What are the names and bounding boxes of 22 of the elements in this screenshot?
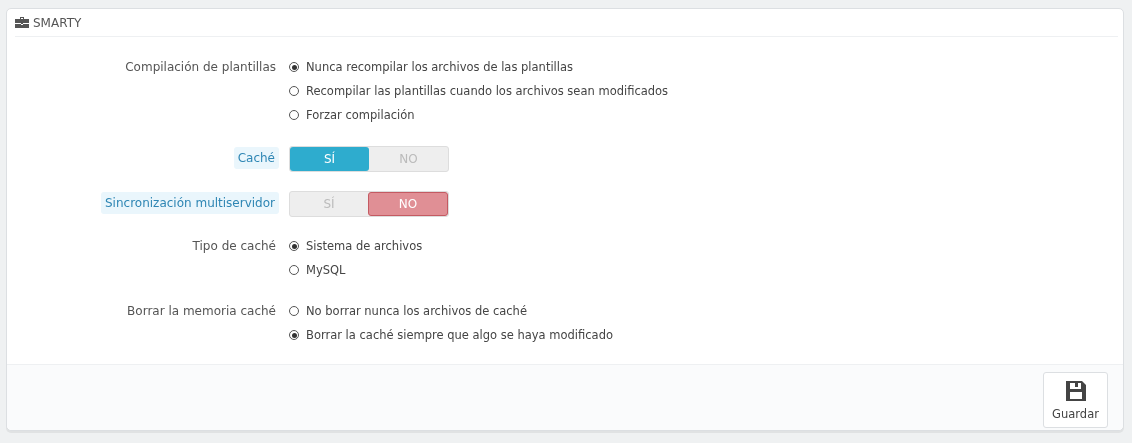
radio-label: MySQL [306, 263, 346, 278]
briefcase-icon [15, 17, 29, 29]
radio-label: Recompilar las plantillas cuando los archivos sean modificados [306, 84, 669, 99]
radio-label: Forzar compilación [306, 108, 415, 123]
field-label: Caché [233, 147, 279, 170]
radio-label: No borrar nunca los archivos de caché [306, 304, 527, 319]
save-button[interactable]: Guardar [1043, 371, 1108, 428]
radio-label: Borrar la caché siempre que algo se haya modificado [306, 328, 613, 343]
field-label: Sincronización multiservidor [101, 192, 279, 215]
radio-option[interactable]: No borrar nunca los archivos de caché [289, 299, 527, 324]
radio-option[interactable]: MySQL [289, 258, 346, 283]
field-label: Borrar la memoria caché [126, 303, 277, 321]
radio-option[interactable]: Recompilar las plantillas cuando los archivos sean modificados [289, 79, 669, 104]
radio-option[interactable]: Forzar compilación [289, 103, 415, 128]
panel-title: SMARTY [33, 15, 82, 30]
radio-label: Sistema de archivos [306, 239, 423, 254]
radio-label: Nunca recompilar los archivos de las plantillas [306, 60, 573, 75]
field-label: Compilación de plantillas [124, 59, 277, 77]
field-label: Tipo de caché [191, 238, 277, 256]
radio-option[interactable]: Sistema de archivos [289, 234, 423, 259]
radio-option[interactable]: Nunca recompilar los archivos de las plantillas [289, 55, 573, 80]
radio-option[interactable]: Borrar la caché siempre que algo se haya modificado [289, 323, 613, 348]
